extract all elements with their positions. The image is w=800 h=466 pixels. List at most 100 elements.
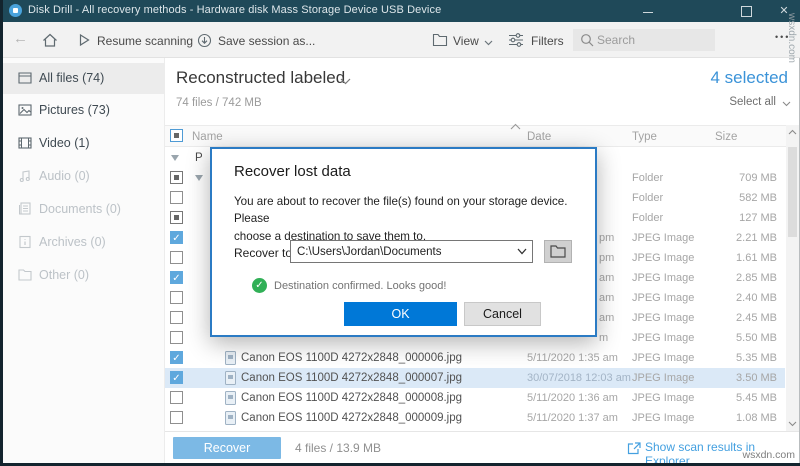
combobox-chevron-icon[interactable]	[517, 248, 527, 255]
column-header-type[interactable]: Type	[632, 131, 657, 143]
success-check-icon: ✓	[252, 278, 267, 293]
scrollbar-thumb[interactable]	[788, 147, 797, 237]
file-type: JPEG Image	[632, 332, 694, 344]
file-name: Canon EOS 1100D 4272x2848_000007.jpg	[241, 372, 462, 384]
row-checkbox[interactable]	[170, 391, 183, 404]
archives-icon	[17, 234, 33, 250]
file-type: JPEG Image	[632, 292, 694, 304]
file-name: Canon EOS 1100D 4272x2848_000009.jpg	[241, 412, 462, 424]
column-header-name[interactable]: Name	[192, 131, 223, 143]
file-size: 5.35 MB	[736, 352, 777, 364]
vertical-scrollbar[interactable]	[786, 125, 799, 431]
image-file-icon	[225, 411, 236, 425]
column-header-date[interactable]: Date	[527, 131, 551, 143]
cancel-button[interactable]: Cancel	[464, 302, 541, 326]
search-input[interactable]	[597, 29, 709, 51]
ok-button[interactable]: OK	[344, 302, 457, 326]
file-name: Canon EOS 1100D 4272x2848_000006.jpg	[241, 352, 462, 364]
table-row[interactable]: ✓ Canon EOS 1100D 4272x2848_000006.jpg 5…	[165, 348, 785, 368]
file-size: 582 MB	[739, 192, 777, 204]
scroll-up-icon[interactable]	[788, 129, 797, 135]
group-name: P	[195, 152, 203, 164]
destination-path-input[interactable]	[297, 241, 505, 262]
row-checkbox[interactable]	[170, 171, 183, 184]
recover-button[interactable]: Recover	[173, 437, 281, 459]
sidebar-item-other[interactable]: Other (0)	[3, 260, 165, 291]
dialog-body-text: You are about to recover the file(s) fou…	[234, 193, 586, 245]
file-date: am	[599, 312, 614, 324]
expander-icon[interactable]	[195, 175, 203, 181]
selected-count: 4 selected	[488, 68, 788, 88]
filters-icon[interactable]	[508, 33, 524, 47]
column-header-size[interactable]: Size	[715, 131, 737, 143]
sidebar-item-pictures[interactable]: Pictures (73)	[3, 95, 165, 126]
save-session-icon[interactable]	[197, 33, 212, 48]
file-date: 30/07/2018 12:03 am	[527, 372, 631, 384]
files-summary: 74 files / 742 MB	[176, 97, 262, 109]
row-checkbox[interactable]	[170, 291, 183, 304]
dialog-title: Recover lost data	[234, 163, 351, 180]
row-checkbox[interactable]: ✓	[170, 351, 183, 364]
sidebar-item-documents[interactable]: Documents (0)	[3, 194, 165, 225]
row-checkbox[interactable]	[170, 411, 183, 424]
sidebar-item-archives[interactable]: Archives (0)	[3, 227, 165, 258]
file-date: 5/11/2020 1:37 am	[527, 412, 618, 424]
view-button[interactable]: View	[453, 34, 479, 48]
row-checkbox[interactable]	[170, 251, 183, 264]
file-date: pm	[599, 232, 614, 244]
view-chevron-icon	[484, 40, 493, 46]
back-icon[interactable]: ←	[13, 30, 28, 47]
expander-icon[interactable]	[171, 155, 179, 161]
sidebar-item-audio[interactable]: Audio (0)	[3, 161, 165, 192]
check-icon: ✓	[171, 372, 182, 385]
search-box[interactable]	[573, 29, 715, 51]
row-checkbox[interactable]	[170, 311, 183, 324]
table-row-selected[interactable]: ✓ Canon EOS 1100D 4272x2848_000007.jpg 3…	[165, 368, 785, 388]
sidebar-item-video[interactable]: Video (1)	[3, 128, 165, 159]
row-checkbox[interactable]: ✓	[170, 271, 183, 284]
view-icon[interactable]	[432, 33, 448, 47]
image-file-icon	[225, 351, 236, 365]
file-size: 127 MB	[739, 212, 777, 224]
titlebar: Disk Drill - All recovery methods - Hard…	[0, 0, 800, 22]
row-checkbox[interactable]: ✓	[170, 231, 183, 244]
select-all-button[interactable]: Select all	[588, 96, 776, 108]
filters-button[interactable]: Filters	[531, 34, 564, 48]
file-size: 3.50 MB	[736, 372, 777, 384]
documents-icon	[17, 201, 33, 217]
file-date: 5/11/2020 1:35 am	[527, 352, 618, 364]
sidebar-item-label: Video (1)	[39, 136, 90, 150]
scan-result-title[interactable]: Reconstructed labeled	[176, 68, 345, 88]
toolbar: ← Resume scanning Save session as... Vie…	[0, 22, 800, 58]
footer-divider	[165, 431, 800, 432]
scroll-down-icon[interactable]	[788, 421, 797, 427]
row-checkbox[interactable]	[170, 191, 183, 204]
browse-folder-button[interactable]	[544, 240, 572, 263]
select-all-checkbox[interactable]	[170, 129, 183, 142]
sidebar-item-all-files[interactable]: All files (74)	[3, 63, 165, 94]
sidebar-item-label: Other (0)	[39, 268, 89, 282]
table-row[interactable]: Canon EOS 1100D 4272x2848_000009.jpg 5/1…	[165, 408, 785, 428]
maximize-button[interactable]	[734, 3, 758, 19]
title-chevron-icon[interactable]	[340, 78, 351, 85]
all-files-icon	[17, 70, 33, 86]
sidebar-item-label: Pictures (73)	[39, 103, 110, 117]
minimize-button[interactable]	[636, 3, 660, 19]
row-checkbox[interactable]	[170, 211, 183, 224]
select-all-chevron-icon[interactable]	[782, 101, 791, 107]
resume-scan-button[interactable]: Resume scanning	[97, 34, 193, 48]
file-type: JPEG Image	[632, 412, 694, 424]
file-size: 5.45 MB	[736, 392, 777, 404]
resume-scan-icon[interactable]	[77, 33, 91, 47]
pictures-icon	[17, 102, 33, 118]
save-session-button[interactable]: Save session as...	[218, 34, 315, 48]
file-date: 5/11/2020 1:36 am	[527, 392, 618, 404]
table-row[interactable]: Canon EOS 1100D 4272x2848_000008.jpg 5/1…	[165, 388, 785, 408]
row-checkbox[interactable]	[170, 331, 183, 344]
home-icon[interactable]	[42, 33, 58, 48]
selection-summary: 4 files / 13.9 MB	[295, 441, 381, 455]
watermark-bottom: wsxdn.com	[595, 449, 795, 461]
image-file-icon	[225, 371, 236, 385]
destination-combobox[interactable]	[290, 240, 533, 263]
row-checkbox[interactable]: ✓	[170, 371, 183, 384]
